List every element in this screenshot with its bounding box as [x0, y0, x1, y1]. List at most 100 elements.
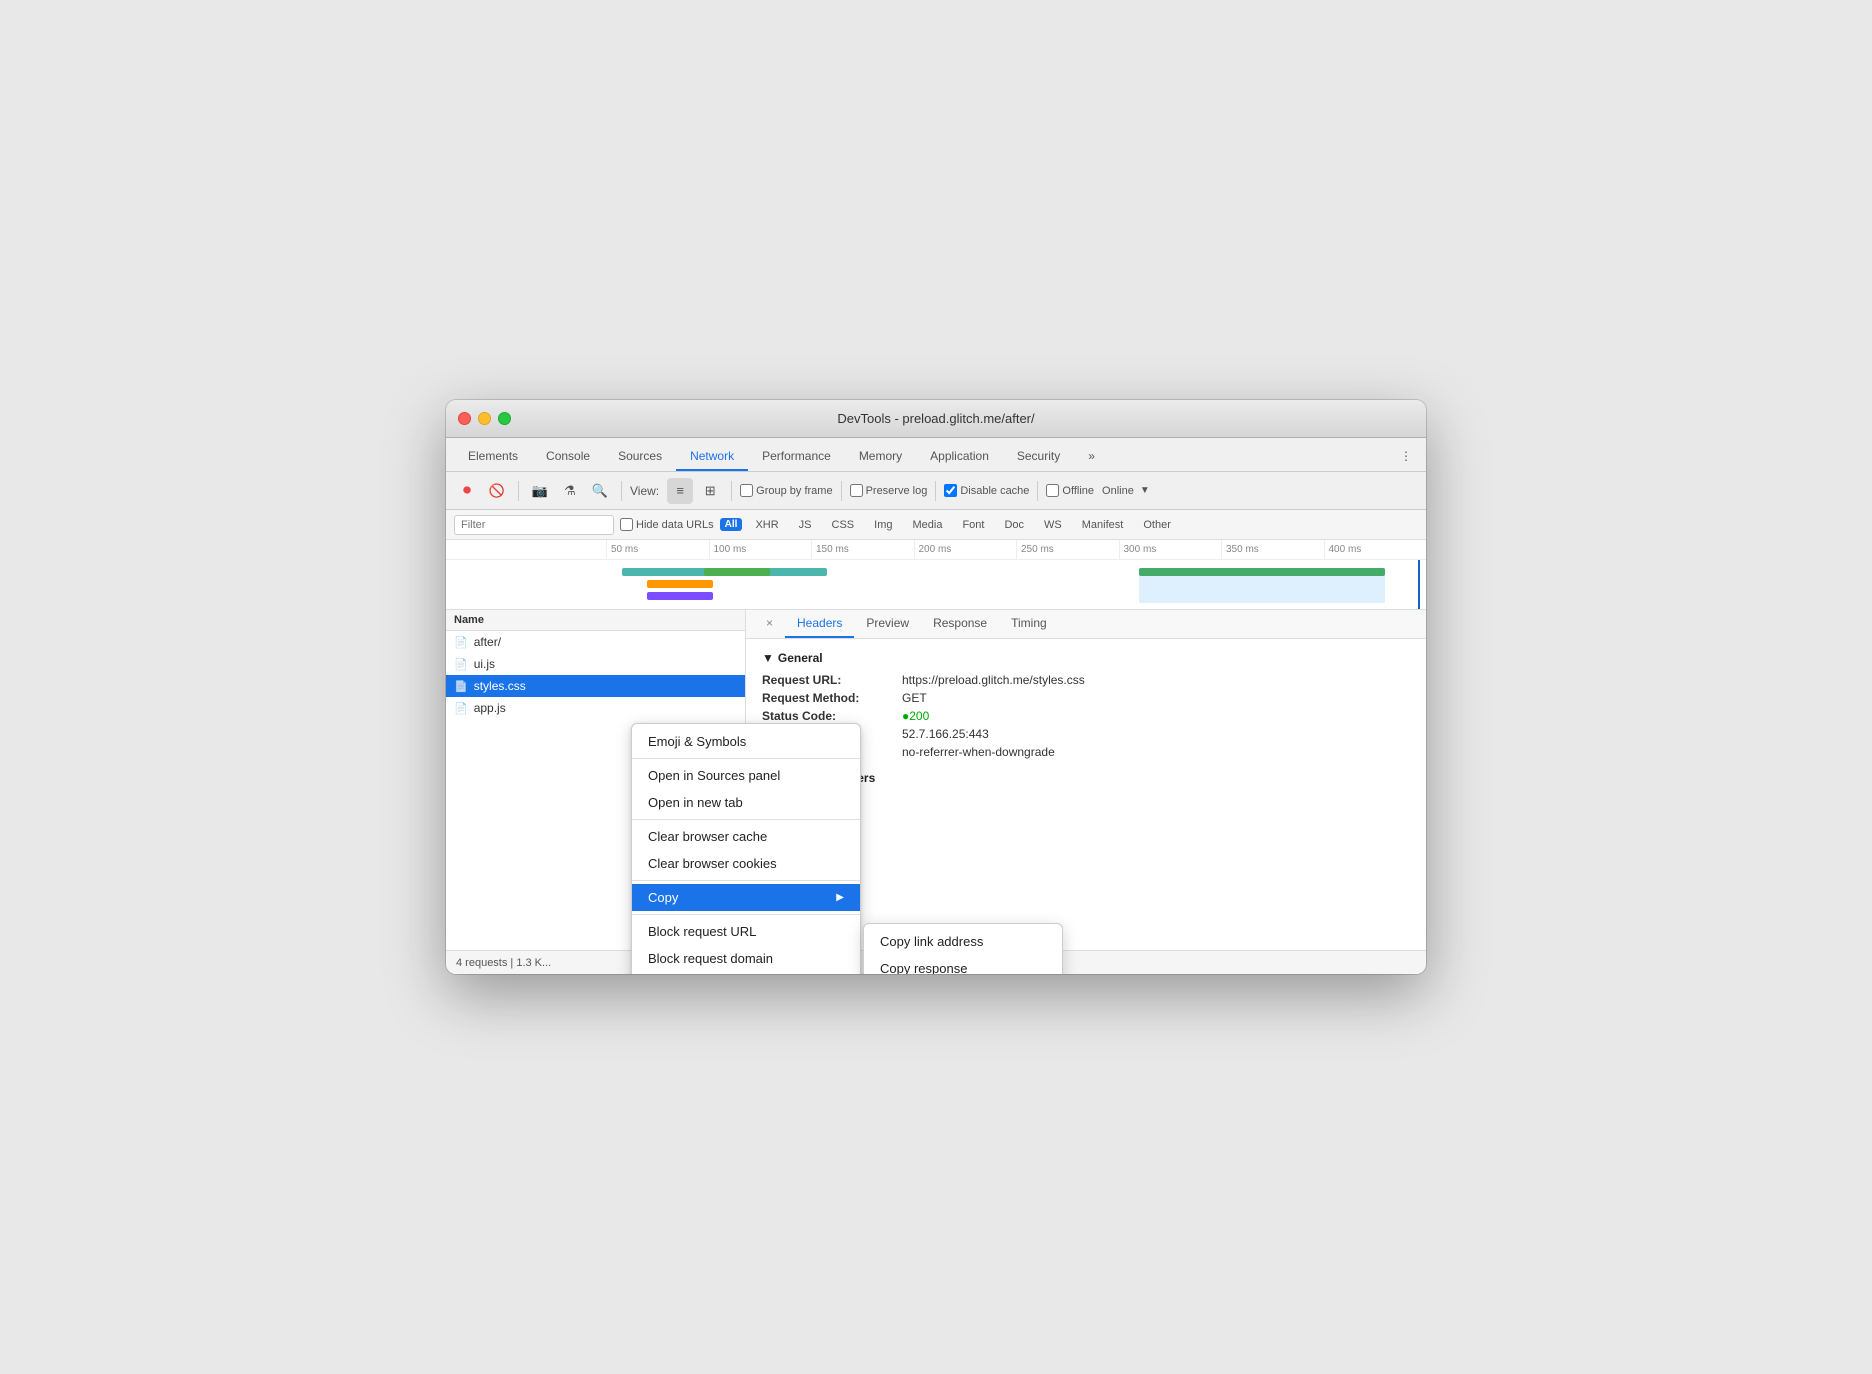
filter-all-badge[interactable]: All [720, 518, 743, 531]
ctx-clear-cookies[interactable]: Clear browser cookies [632, 850, 860, 877]
copy-submenu: Copy link address Copy response Copy as … [863, 923, 1063, 974]
filter-icon-button[interactable]: ⚗ [557, 478, 583, 504]
tab-memory[interactable]: Memory [845, 443, 916, 471]
tab-response[interactable]: Response [921, 610, 999, 638]
toolbar-sep1 [518, 481, 519, 501]
submenu-copy-link[interactable]: Copy link address [864, 928, 1062, 955]
camera-button[interactable]: 📷 [527, 478, 553, 504]
ctx-emoji[interactable]: Emoji & Symbols [632, 728, 860, 755]
method-key: Request Method: [762, 691, 902, 705]
timeline-bar-6 [1139, 568, 1385, 603]
hide-data-urls-checkbox[interactable] [620, 518, 633, 531]
disable-cache-checkbox[interactable] [944, 484, 957, 497]
tab-close[interactable]: × [754, 610, 785, 638]
mark-200ms: 200 ms [914, 540, 1017, 559]
mark-50ms: 50 ms [606, 540, 709, 559]
minimize-button[interactable] [478, 412, 491, 425]
headers-tabs: × Headers Preview Response Timing [746, 610, 1426, 639]
file-item-after[interactable]: 📄 after/ [446, 631, 745, 653]
tab-application[interactable]: Application [916, 443, 1003, 471]
file-icon-appjs: 📄 [454, 702, 468, 715]
tab-more[interactable]: » [1074, 443, 1109, 471]
record-button[interactable]: ⏺ [454, 478, 480, 504]
file-name-after: after/ [474, 635, 737, 649]
filter-font[interactable]: Font [955, 518, 991, 532]
file-item-appjs[interactable]: 📄 app.js [446, 697, 745, 719]
mark-300ms: 300 ms [1119, 540, 1222, 559]
ctx-copy[interactable]: Copy [632, 884, 860, 911]
disable-cache-label: Disable cache [944, 484, 1029, 497]
ctx-open-sources[interactable]: Open in Sources panel [632, 762, 860, 789]
filter-doc[interactable]: Doc [997, 518, 1031, 532]
ctx-sep2 [632, 819, 860, 820]
section-name: General [778, 651, 823, 665]
address-value: 52.7.166.25:443 [902, 727, 989, 741]
section-arrow: ▼ [762, 651, 774, 665]
ctx-block-domain[interactable]: Block request domain [632, 945, 860, 972]
file-name-stylescss: styles.css [474, 679, 737, 693]
hide-data-urls-label: Hide data URLs [620, 518, 714, 531]
submenu-copy-response[interactable]: Copy response [864, 955, 1062, 974]
ctx-sep4 [632, 914, 860, 915]
filter-media[interactable]: Media [905, 518, 949, 532]
file-icon-uijs: 📄 [454, 658, 468, 671]
timeline-marker [1418, 560, 1420, 610]
context-menu: Emoji & Symbols Open in Sources panel Op… [631, 723, 861, 974]
status-text: 4 requests | 1.3 K... [456, 957, 551, 969]
tab-performance[interactable]: Performance [748, 443, 845, 471]
online-dropdown[interactable]: ▼ [1140, 485, 1150, 496]
search-button[interactable]: 🔍 [587, 478, 613, 504]
mark-350ms: 350 ms [1221, 540, 1324, 559]
view-list-button[interactable]: ≡ [667, 478, 693, 504]
ctx-clear-cache[interactable]: Clear browser cache [632, 823, 860, 850]
filter-css[interactable]: CSS [825, 518, 862, 532]
request-url-row: Request URL: https://preload.glitch.me/s… [762, 673, 1410, 687]
file-item-stylescss[interactable]: 📄 styles.css [446, 675, 745, 697]
file-item-uijs[interactable]: 📄 ui.js [446, 653, 745, 675]
timeline-bar-3 [647, 592, 713, 600]
tab-sources[interactable]: Sources [604, 443, 676, 471]
devtools-nav: Elements Console Sources Network Perform… [446, 438, 1426, 472]
ctx-open-new-tab[interactable]: Open in new tab [632, 789, 860, 816]
filter-js[interactable]: JS [792, 518, 819, 532]
tab-timing[interactable]: Timing [999, 610, 1059, 638]
timeline-bar-2 [647, 580, 713, 588]
filter-xhr[interactable]: XHR [748, 518, 785, 532]
view-waterfall-button[interactable]: ⊞ [697, 478, 723, 504]
toolbar-sep4 [841, 481, 842, 501]
group-by-frame-checkbox[interactable] [740, 484, 753, 497]
ctx-block-url[interactable]: Block request URL [632, 918, 860, 945]
mark-100ms: 100 ms [709, 540, 812, 559]
toolbar-sep2 [621, 481, 622, 501]
file-icon-stylescss: 📄 [454, 680, 468, 693]
maximize-button[interactable] [498, 412, 511, 425]
traffic-lights [458, 412, 511, 425]
devtools-settings[interactable]: ⋮ [1386, 443, 1426, 471]
offline-checkbox[interactable] [1046, 484, 1059, 497]
clear-button[interactable]: 🚫 [484, 478, 510, 504]
timeline-ruler: 50 ms 100 ms 150 ms 200 ms 250 ms 300 ms… [446, 540, 1426, 560]
preserve-log-label: Preserve log [850, 484, 928, 497]
window-title: DevTools - preload.glitch.me/after/ [837, 411, 1034, 426]
preserve-log-checkbox[interactable] [850, 484, 863, 497]
status-row: Status Code: ● 200 [762, 709, 1410, 723]
mark-250ms: 250 ms [1016, 540, 1119, 559]
filter-input[interactable] [454, 515, 614, 535]
tab-elements[interactable]: Elements [454, 443, 532, 471]
filter-img[interactable]: Img [867, 518, 899, 532]
filter-bar: Hide data URLs All XHR JS CSS Img Media … [446, 510, 1426, 540]
method-value: GET [902, 691, 927, 705]
filter-ws[interactable]: WS [1037, 518, 1069, 532]
tab-preview[interactable]: Preview [854, 610, 921, 638]
tab-headers[interactable]: Headers [785, 610, 854, 638]
tab-console[interactable]: Console [532, 443, 604, 471]
main-content: Name 📄 after/ 📄 ui.js 📄 styles.css 📄 app… [446, 610, 1426, 950]
close-button[interactable] [458, 412, 471, 425]
devtools-window: DevTools - preload.glitch.me/after/ Elem… [446, 400, 1426, 974]
tab-network[interactable]: Network [676, 443, 748, 471]
offline-label: Offline [1046, 484, 1094, 497]
filter-other[interactable]: Other [1136, 518, 1178, 532]
tab-security[interactable]: Security [1003, 443, 1074, 471]
filter-manifest[interactable]: Manifest [1075, 518, 1131, 532]
timeline-bars [606, 560, 1426, 610]
